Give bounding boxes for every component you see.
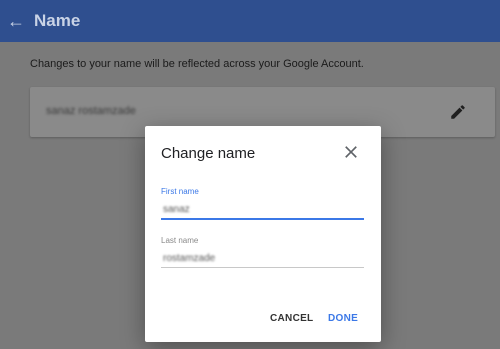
back-arrow-icon[interactable]: ← — [4, 9, 28, 33]
last-name-value: rostamzade — [163, 253, 216, 264]
done-button[interactable]: DONE — [328, 313, 358, 324]
app-bar: ← Name — [0, 0, 500, 42]
close-icon[interactable] — [341, 142, 361, 162]
change-name-dialog: Change name First name sanaz Last name r… — [145, 126, 381, 342]
description-text: Changes to your name will be reflected a… — [30, 58, 364, 70]
page-title: Name — [34, 11, 81, 30]
last-name-label: Last name — [161, 236, 199, 245]
first-name-field[interactable]: sanaz — [161, 202, 364, 220]
dialog-title: Change name — [161, 145, 256, 162]
cancel-button[interactable]: CANCEL — [270, 313, 313, 324]
first-name-value: sanaz — [163, 204, 190, 215]
first-name-label: First name — [161, 187, 199, 196]
current-name: sanaz rostamzade — [46, 105, 136, 117]
pencil-icon[interactable] — [449, 103, 467, 121]
last-name-field[interactable]: rostamzade — [161, 251, 364, 268]
